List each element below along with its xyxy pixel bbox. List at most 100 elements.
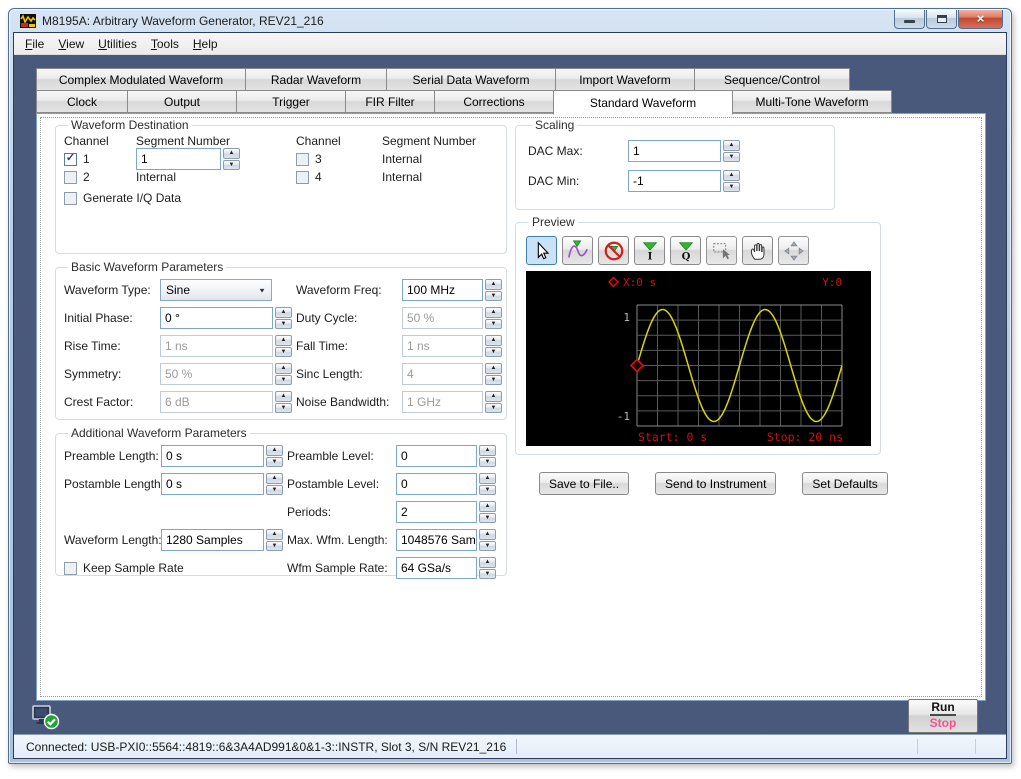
postamble-level-spinner: ▲ ▼ <box>479 473 496 495</box>
spin-down-button[interactable]: ▼ <box>479 484 496 495</box>
spin-down-button[interactable]: ▼ <box>266 456 283 467</box>
tab-row-2: Clock Output Trigger FIR Filter Correcti… <box>36 90 1006 115</box>
tab-standard-waveform[interactable]: Standard Waveform <box>553 90 733 115</box>
hide-markers-button[interactable] <box>598 236 629 265</box>
tab-clock[interactable]: Clock <box>36 90 128 113</box>
spin-up-button[interactable]: ▲ <box>479 473 496 484</box>
postamble-level-input[interactable]: 0 <box>396 473 477 495</box>
initial-phase-spinner: ▲ ▼ <box>275 307 292 329</box>
spin-up-button[interactable]: ▲ <box>223 148 240 159</box>
spin-down-button[interactable]: ▼ <box>479 568 496 579</box>
max-wfm-length-spinner: ▲ ▼ <box>479 529 496 551</box>
checkbox-icon <box>64 561 77 575</box>
tab-import-waveform[interactable]: Import Waveform <box>555 68 695 91</box>
spin-up-button[interactable]: ▲ <box>266 473 283 484</box>
run-label: Run <box>930 700 956 716</box>
spin-up-button: ▲ <box>275 363 292 374</box>
spin-up-button[interactable]: ▲ <box>266 445 283 456</box>
dac-min-input[interactable]: -1 <box>628 170 721 192</box>
waveform-freq-input[interactable]: 100 MHz <box>402 279 483 301</box>
spin-down-button[interactable]: ▼ <box>479 512 496 523</box>
channel-1-checkbox[interactable]: ✓ 1 <box>64 152 90 166</box>
spin-down-button[interactable]: ▼ <box>275 318 292 329</box>
menu-help[interactable]: Help <box>186 34 225 54</box>
tab-sequence-control[interactable]: Sequence/Control <box>694 68 850 91</box>
waveform-length-input[interactable]: 1280 Samples <box>161 529 264 551</box>
cursor-x-readout: X:0 s <box>623 276 656 289</box>
marker-i-button[interactable]: I <box>634 236 665 265</box>
tab-corrections[interactable]: Corrections <box>434 90 554 113</box>
segment-number-ch1-spinner: ▲ ▼ <box>223 148 240 170</box>
close-button[interactable]: × <box>958 9 1003 29</box>
menu-view[interactable]: View <box>51 34 91 54</box>
menu-bar: File View Utilities Tools Help <box>14 33 1006 55</box>
minimize-button[interactable] <box>894 9 925 29</box>
initial-phase-input[interactable]: 0 ° <box>160 307 273 329</box>
preamble-length-input[interactable]: 0 s <box>161 445 264 467</box>
crest-factor-input: 6 dB <box>160 391 273 413</box>
preview-plot[interactable]: X:0 s Y:0 1 -1 Start: 0 s Stop: 20 ns <box>526 271 871 446</box>
spin-down-button: ▼ <box>485 402 502 413</box>
channel-3-checkbox[interactable]: 3 <box>296 152 322 166</box>
periods-input[interactable]: 2 <box>396 501 477 523</box>
spin-up-button[interactable]: ▲ <box>479 557 496 568</box>
preamble-length-label: Preamble Length: <box>64 449 159 463</box>
spin-down-button[interactable]: ▼ <box>723 181 740 192</box>
set-defaults-button[interactable]: Set Defaults <box>802 472 888 495</box>
spin-up-button[interactable]: ▲ <box>479 529 496 540</box>
tab-radar-waveform[interactable]: Radar Waveform <box>245 68 387 91</box>
sinc-length-spinner: ▲ ▼ <box>485 363 502 385</box>
run-stop-button[interactable]: Run Stop <box>908 699 978 733</box>
postamble-length-input[interactable]: 0 s <box>161 473 264 495</box>
bottom-strip: Run Stop <box>14 699 1006 734</box>
spin-up-button[interactable]: ▲ <box>723 170 740 181</box>
tab-complex-modulated-waveform[interactable]: Complex Modulated Waveform <box>36 68 246 91</box>
close-icon: × <box>976 10 985 26</box>
spin-down-button[interactable]: ▼ <box>479 540 496 551</box>
initial-phase-label: Initial Phase: <box>64 311 133 325</box>
tab-trigger[interactable]: Trigger <box>236 90 346 113</box>
dac-max-input[interactable]: 1 <box>628 140 721 162</box>
spin-down-button[interactable]: ▼ <box>479 456 496 467</box>
fall-time-spinner: ▲ ▼ <box>485 335 502 357</box>
segment-number-ch1-input[interactable]: 1 <box>136 148 221 170</box>
show-markers-button[interactable] <box>562 236 593 265</box>
channel-4-checkbox[interactable]: 4 <box>296 170 322 184</box>
menu-file[interactable]: File <box>18 34 51 54</box>
spin-up-button[interactable]: ▲ <box>479 445 496 456</box>
marker-q-button[interactable]: Q <box>670 236 701 265</box>
spin-up-button[interactable]: ▲ <box>723 140 740 151</box>
tab-output[interactable]: Output <box>127 90 237 113</box>
maximize-button[interactable] <box>926 9 957 29</box>
app-window: M8195A: Arbitrary Waveform Generator, RE… <box>8 8 1012 764</box>
spin-down-button[interactable]: ▼ <box>266 484 283 495</box>
generate-iq-checkbox[interactable]: Generate I/Q Data <box>64 191 506 205</box>
svg-text:Q: Q <box>681 251 690 261</box>
spin-up-button[interactable]: ▲ <box>479 501 496 512</box>
save-to-file-button[interactable]: Save to File.. <box>539 472 630 495</box>
pan-button[interactable] <box>742 236 773 265</box>
tab-multi-tone-waveform[interactable]: Multi-Tone Waveform <box>732 90 892 113</box>
spin-down-button[interactable]: ▼ <box>266 540 283 551</box>
waveform-destination-group: Waveform Destination Channel Segment Num… <box>55 118 507 254</box>
spin-up-button[interactable]: ▲ <box>485 279 502 290</box>
spin-up-button[interactable]: ▲ <box>266 529 283 540</box>
spin-down-button[interactable]: ▼ <box>485 290 502 301</box>
tab-serial-data-waveform[interactable]: Serial Data Waveform <box>386 68 556 91</box>
menu-utilities[interactable]: Utilities <box>91 34 144 54</box>
spin-down-button[interactable]: ▼ <box>223 159 240 170</box>
wfm-sample-rate-input[interactable]: 64 GSa/s <box>396 557 477 579</box>
select-cursor-button[interactable] <box>526 236 557 265</box>
segment-header-left: Segment Number <box>136 134 231 148</box>
keep-sample-rate-checkbox[interactable]: Keep Sample Rate <box>64 561 283 575</box>
waveform-type-dropdown[interactable]: Sine ▼ <box>160 279 272 301</box>
send-to-instrument-button[interactable]: Send to Instrument <box>655 472 777 495</box>
tab-fir-filter[interactable]: FIR Filter <box>345 90 435 113</box>
menu-tools[interactable]: Tools <box>144 34 186 54</box>
channel-2-checkbox[interactable]: 2 <box>64 170 90 184</box>
preview-plot-area[interactable]: X:0 s Y:0 1 -1 Start: 0 s Stop: 20 ns <box>526 271 880 446</box>
max-wfm-length-input[interactable]: 1048576 Samples <box>396 529 477 551</box>
spin-up-button[interactable]: ▲ <box>275 307 292 318</box>
preamble-level-input[interactable]: 0 <box>396 445 477 467</box>
spin-down-button[interactable]: ▼ <box>723 151 740 162</box>
